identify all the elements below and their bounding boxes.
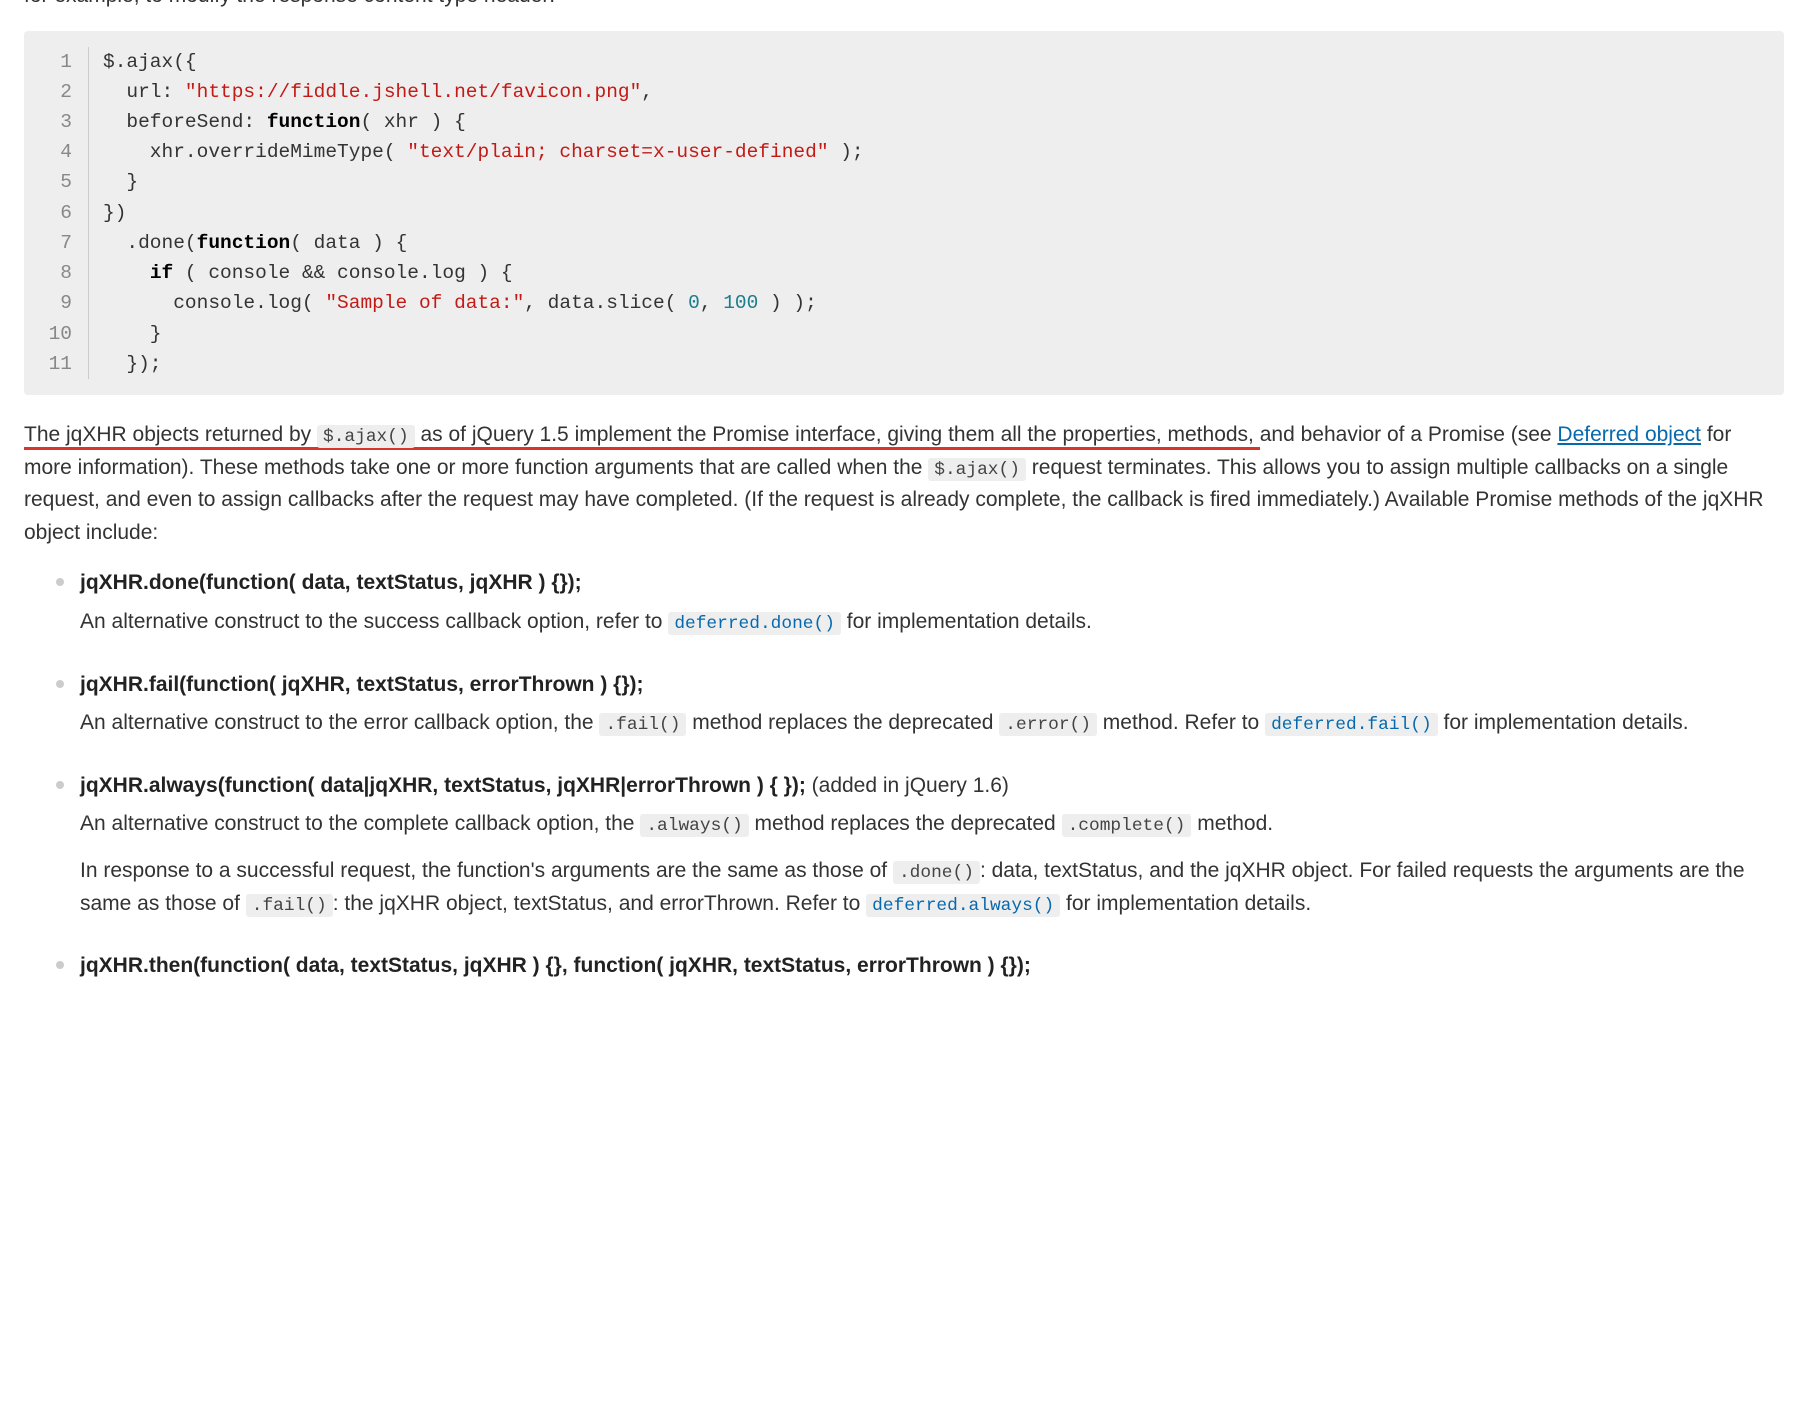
method-signature: jqXHR.always(function( data|jqXHR, textS…	[80, 774, 806, 797]
code-line: 11 });	[24, 349, 1762, 379]
line-number: 8	[24, 258, 89, 288]
ajax-code: $.ajax()	[317, 425, 415, 448]
text: for implementation details.	[1060, 892, 1311, 915]
code-line: 7 .done(function( data ) {	[24, 228, 1762, 258]
deferred-always-link[interactable]: deferred.always()	[866, 894, 1060, 917]
text: and behavior of a Promise (see	[1260, 423, 1558, 446]
line-number: 7	[24, 228, 89, 258]
code-line: 10 }	[24, 319, 1762, 349]
text: for implementation details.	[1438, 711, 1689, 734]
line-number: 5	[24, 167, 89, 197]
code-content: }	[89, 167, 138, 197]
intro-cut-line: for example, to modify the response cont…	[24, 0, 1784, 21]
line-number: 9	[24, 288, 89, 318]
text: In response to a successful request, the…	[80, 859, 893, 882]
code-line: 4 xhr.overrideMimeType( "text/plain; cha…	[24, 137, 1762, 167]
code-content: }	[89, 319, 162, 349]
text: method replaces the deprecated	[749, 812, 1062, 835]
text: method. Refer to	[1097, 711, 1265, 734]
error-code: .error()	[999, 713, 1097, 736]
fail-code: .fail()	[246, 894, 333, 917]
method-signature: jqXHR.fail(function( jqXHR, textStatus, …	[80, 669, 1784, 702]
code-content: if ( console && console.log ) {	[89, 258, 513, 288]
code-line: 8 if ( console && console.log ) {	[24, 258, 1762, 288]
method-description: An alternative construct to the complete…	[80, 808, 1784, 920]
method-description: An alternative construct to the success …	[80, 606, 1784, 639]
ajax-code: $.ajax()	[928, 458, 1026, 481]
text: : the jqXHR object, textStatus, and erro…	[333, 892, 866, 915]
code-line: 9 console.log( "Sample of data:", data.s…	[24, 288, 1762, 318]
text: The jqXHR objects returned by	[24, 423, 317, 446]
code-line: 1$.ajax({	[24, 47, 1762, 77]
code-line: 6})	[24, 198, 1762, 228]
method-signature: jqXHR.done(function( data, textStatus, j…	[80, 567, 1784, 600]
line-number: 10	[24, 319, 89, 349]
list-item-always: jqXHR.always(function( data|jqXHR, textS…	[80, 770, 1784, 921]
deferred-object-link[interactable]: Deferred object	[1557, 423, 1701, 446]
text: An alternative construct to the error ca…	[80, 711, 599, 734]
list-item-fail: jqXHR.fail(function( jqXHR, textStatus, …	[80, 669, 1784, 740]
text: method replaces the deprecated	[686, 711, 999, 734]
text: as of jQuery 1.5 implement the Promise i…	[415, 423, 1254, 446]
line-number: 6	[24, 198, 89, 228]
text: An alternative construct to the success …	[80, 610, 668, 633]
complete-code: .complete()	[1062, 814, 1192, 837]
method-signature-line: jqXHR.always(function( data|jqXHR, textS…	[80, 770, 1784, 803]
text: for implementation details.	[841, 610, 1092, 633]
methods-list: jqXHR.done(function( data, textStatus, j…	[24, 567, 1784, 982]
line-number: 3	[24, 107, 89, 137]
code-content: xhr.overrideMimeType( "text/plain; chars…	[89, 137, 864, 167]
code-line: 2 url: "https://fiddle.jshell.net/favico…	[24, 77, 1762, 107]
deferred-done-link[interactable]: deferred.done()	[668, 612, 841, 635]
added-note: (added in jQuery 1.6)	[806, 774, 1009, 797]
code-content: $.ajax({	[89, 47, 197, 77]
line-number: 1	[24, 47, 89, 77]
code-content: .done(function( data ) {	[89, 228, 407, 258]
done-code: .done()	[893, 861, 980, 884]
highlighted-sentence: The jqXHR objects returned by $.ajax() a…	[24, 423, 1260, 450]
always-code: .always()	[640, 814, 748, 837]
code-line: 3 beforeSend: function( xhr ) {	[24, 107, 1762, 137]
deferred-fail-link[interactable]: deferred.fail()	[1265, 713, 1438, 736]
list-item-done: jqXHR.done(function( data, textStatus, j…	[80, 567, 1784, 638]
line-number: 11	[24, 349, 89, 379]
code-content: })	[89, 198, 126, 228]
code-content: url: "https://fiddle.jshell.net/favicon.…	[89, 77, 653, 107]
method-description: An alternative construct to the error ca…	[80, 707, 1784, 740]
code-content: beforeSend: function( xhr ) {	[89, 107, 466, 137]
fail-code: .fail()	[599, 713, 686, 736]
code-example: 1$.ajax({2 url: "https://fiddle.jshell.n…	[24, 31, 1784, 395]
code-line: 5 }	[24, 167, 1762, 197]
code-content: console.log( "Sample of data:", data.sli…	[89, 288, 817, 318]
line-number: 4	[24, 137, 89, 167]
text: An alternative construct to the complete…	[80, 812, 640, 835]
text: method.	[1191, 812, 1273, 835]
promise-paragraph: The jqXHR objects returned by $.ajax() a…	[24, 419, 1784, 549]
method-signature: jqXHR.then(function( data, textStatus, j…	[80, 950, 1784, 983]
line-number: 2	[24, 77, 89, 107]
code-content: });	[89, 349, 162, 379]
list-item-then: jqXHR.then(function( data, textStatus, j…	[80, 950, 1784, 983]
